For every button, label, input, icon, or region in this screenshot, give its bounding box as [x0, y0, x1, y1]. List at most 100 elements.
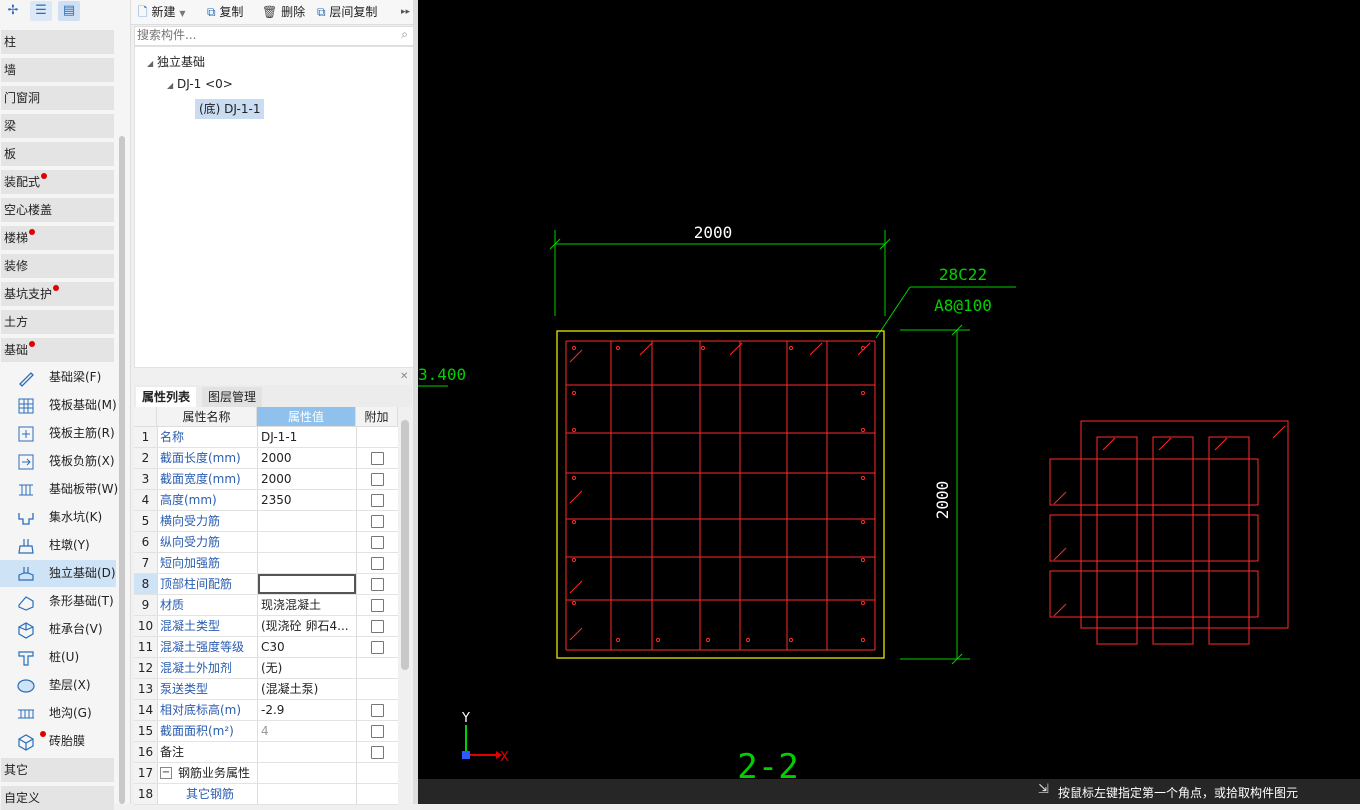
property-value[interactable]: (混凝土泵) [261, 679, 356, 699]
property-value[interactable]: C30 [261, 637, 356, 657]
copy-button[interactable]: ⧉ 复制 [207, 3, 243, 21]
table-row[interactable]: 2 截面长度(mm) 2000 [134, 448, 398, 469]
property-value[interactable] [261, 553, 356, 573]
search-input[interactable] [135, 27, 389, 43]
tab-property-list[interactable]: 属性列表 [136, 387, 197, 407]
property-value[interactable] [261, 742, 356, 762]
item-brick-form[interactable]: 砖胎膜 [0, 728, 116, 755]
extra-checkbox[interactable] [371, 557, 384, 570]
table-row[interactable]: 7 短向加强筋 [134, 553, 398, 574]
property-value[interactable]: 2000 [261, 448, 356, 468]
category-foundation[interactable]: 基础 [1, 338, 114, 362]
extra-checkbox[interactable] [371, 473, 384, 486]
table-row[interactable]: 4 高度(mm) 2350 [134, 490, 398, 511]
property-value[interactable]: 2000 [261, 469, 356, 489]
close-icon[interactable]: ✕ [400, 371, 408, 382]
extra-checkbox[interactable] [371, 578, 384, 591]
property-value[interactable] [258, 574, 356, 594]
list-icon[interactable]: ☰ [30, 1, 52, 21]
extra-checkbox[interactable] [371, 641, 384, 654]
item-isolated-footing[interactable]: 独立基础(D) [0, 560, 116, 587]
item-raft-main-rebar[interactable]: 筏板主筋(R) [0, 420, 116, 447]
table-row[interactable]: 16 备注 [134, 742, 398, 763]
table-row[interactable]: 8 顶部柱间配筋 [134, 574, 398, 595]
property-value[interactable]: 4 [261, 721, 356, 741]
collapse-icon[interactable]: − [160, 767, 172, 779]
table-row[interactable]: 5 横向受力筋 [134, 511, 398, 532]
item-cushion[interactable]: 垫层(X) [0, 672, 116, 699]
list-detail-icon[interactable]: ▤ [58, 1, 80, 21]
category-earthwork[interactable]: 土方 [1, 310, 114, 334]
table-row[interactable]: 1 名称 DJ-1-1 [134, 427, 398, 448]
item-strip-footing[interactable]: 条形基础(T) [0, 588, 116, 615]
property-value[interactable]: -2.9 [261, 700, 356, 720]
left-nav-scrollbar[interactable] [119, 136, 125, 804]
table-row[interactable]: 6 纵向受力筋 [134, 532, 398, 553]
property-value[interactable] [261, 532, 356, 552]
property-value[interactable] [261, 763, 356, 783]
item-foundation-strip-band[interactable]: 基础板带(W) [0, 476, 118, 503]
table-row[interactable]: 12 混凝土外加剂 (无) [134, 658, 398, 679]
category-hollow-floor[interactable]: 空心楼盖 [1, 198, 114, 222]
delete-button[interactable]: 🗑 删除 [262, 3, 305, 21]
cad-canvas[interactable]: 3.400 2000 28C22 A8@100 2000 Y X 2-2 [418, 0, 1360, 804]
category-custom[interactable]: 自定义 [1, 786, 114, 810]
property-value[interactable]: 现浇混凝土 [261, 595, 356, 615]
extra-checkbox[interactable] [371, 515, 384, 528]
extra-checkbox[interactable] [371, 620, 384, 633]
category-prefab[interactable]: 装配式 [1, 170, 114, 194]
table-row[interactable]: 15 截面面积(m²) 4 [134, 721, 398, 742]
category-finish[interactable]: 装修 [1, 254, 114, 278]
search-icon[interactable]: ⌕ [401, 27, 408, 42]
property-value[interactable] [261, 511, 356, 531]
item-sump-pit[interactable]: 集水坑(K) [0, 504, 116, 531]
extra-checkbox[interactable] [371, 599, 384, 612]
table-row[interactable]: 3 截面宽度(mm) 2000 [134, 469, 398, 490]
table-row[interactable]: 18 其它钢筋 [134, 784, 398, 805]
pin-icon[interactable]: ✢ [2, 1, 24, 21]
extra-checkbox[interactable] [371, 746, 384, 759]
item-pile-cap[interactable]: 桩承台(V) [0, 616, 116, 643]
tree-node-dj1-1[interactable]: (底) DJ-1-1 [195, 99, 265, 119]
extra-checkbox[interactable] [371, 704, 384, 717]
grid-scrollbar[interactable] [401, 420, 409, 670]
category-slab[interactable]: 板 [1, 142, 114, 166]
item-trench[interactable]: 地沟(G) [0, 700, 116, 727]
table-row[interactable]: 14 相对底标高(m) -2.9 [134, 700, 398, 721]
extra-checkbox[interactable] [371, 725, 384, 738]
property-value[interactable]: (无) [261, 658, 356, 678]
item-pile[interactable]: 桩(U) [0, 644, 116, 671]
item-raft-negative-rebar[interactable]: 筏板负筋(X) [0, 448, 116, 475]
property-value[interactable]: (现浇砼 卵石4... [261, 616, 356, 636]
table-row[interactable]: 9 材质 现浇混凝土 [134, 595, 398, 616]
item-foundation-beam[interactable]: 基础梁(F) [0, 364, 116, 391]
tree-node-dj1[interactable]: ◢ DJ-1 <0> [167, 77, 233, 91]
table-row[interactable]: 10 混凝土类型 (现浇砼 卵石4... [134, 616, 398, 637]
category-pit-support[interactable]: 基坑支护 [1, 282, 114, 306]
tab-layer-manage[interactable]: 图层管理 [202, 387, 263, 407]
extra-checkbox[interactable] [371, 536, 384, 549]
extra-checkbox[interactable] [371, 494, 384, 507]
expand-triangle-icon[interactable]: ◢ [167, 81, 173, 90]
table-row[interactable]: 17 钢筋业务属性 − [134, 763, 398, 784]
property-value[interactable]: 2350 [261, 490, 356, 510]
expand-triangle-icon[interactable]: ◢ [147, 59, 153, 68]
category-stair[interactable]: 楼梯 [1, 226, 114, 250]
table-row[interactable]: 11 混凝土强度等级 C30 [134, 637, 398, 658]
floor-copy-button[interactable]: ⧉ 层间复制 [317, 3, 377, 21]
tree-node-root[interactable]: ◢ 独立基础 [147, 53, 205, 70]
property-value[interactable]: DJ-1-1 [261, 427, 356, 447]
category-wall[interactable]: 墙 [1, 58, 114, 82]
item-column-pier[interactable]: 柱墩(Y) [0, 532, 116, 559]
more-icon[interactable]: ▸▸ [401, 3, 410, 21]
category-beam[interactable]: 梁 [1, 114, 114, 138]
category-other[interactable]: 其它 [1, 758, 114, 782]
property-value[interactable] [261, 784, 356, 804]
table-row[interactable]: 13 泵送类型 (混凝土泵) [134, 679, 398, 700]
extra-checkbox[interactable] [371, 452, 384, 465]
category-column[interactable]: 柱 [1, 30, 114, 54]
chevron-down-icon[interactable]: ▼ [179, 9, 185, 18]
item-raft-foundation[interactable]: 筏板基础(M) [0, 392, 117, 419]
new-button[interactable]: 🗋 新建 ▼ [138, 3, 185, 21]
category-door-window[interactable]: 门窗洞 [1, 86, 114, 110]
